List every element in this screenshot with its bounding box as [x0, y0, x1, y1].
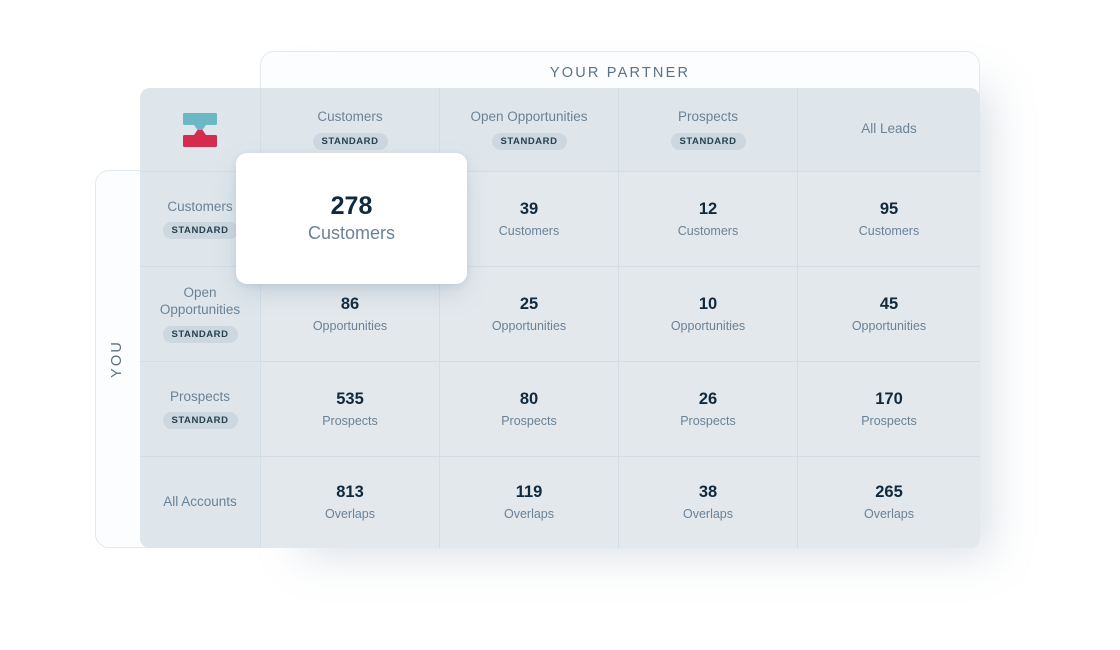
row-header-prospects[interactable]: Prospects STANDARD [140, 362, 261, 457]
column-header-badge: STANDARD [670, 132, 746, 150]
matrix-cell[interactable]: 25 Opportunities [440, 267, 619, 362]
column-header-label: Open Opportunities [470, 109, 588, 125]
cell-label: Overlaps [682, 507, 734, 522]
cell-value: 26 [698, 389, 718, 408]
matrix-cell[interactable]: 265 Overlaps [798, 457, 980, 548]
cell-label: Overlaps [863, 507, 915, 522]
row-header-badge: STANDARD [162, 325, 238, 343]
column-header-badge: STANDARD [491, 132, 567, 150]
cell-label: Overlaps [324, 507, 376, 522]
cell-value: 10 [698, 294, 718, 313]
matrix-cell[interactable]: 80 Prospects [440, 362, 619, 457]
column-header-all-leads[interactable]: All Leads [798, 88, 980, 172]
cell-label: Opportunities [312, 318, 388, 333]
cell-value: 535 [336, 389, 364, 408]
matrix-cell[interactable]: 95 Customers [798, 172, 980, 267]
cell-value: 95 [879, 199, 899, 218]
column-header-badge: STANDARD [312, 132, 388, 150]
cell-value: 45 [879, 294, 899, 313]
tooltip-label: Customers [307, 223, 396, 244]
column-header-label: Customers [317, 109, 383, 125]
cell-label: Opportunities [670, 318, 746, 333]
tooltip-value: 278 [330, 191, 373, 220]
matrix-cell[interactable]: 119 Overlaps [440, 457, 619, 548]
row-header-label: Prospects [169, 388, 231, 404]
cell-value: 813 [336, 483, 364, 502]
cell-tooltip-popup: 278 Customers [236, 153, 467, 284]
cell-label: Prospects [322, 413, 378, 428]
row-header-badge: STANDARD [162, 412, 238, 430]
you-axis-title-text: YOU [109, 339, 125, 379]
row-header-badge: STANDARD [162, 222, 238, 240]
matrix-cell[interactable]: 170 Prospects [798, 362, 980, 457]
overlap-matrix-widget: YOUR PARTNER YOU Customers STANDARD Open… [0, 0, 1120, 650]
cell-value: 39 [519, 199, 539, 218]
row-header-all-accounts[interactable]: All Accounts [140, 457, 261, 548]
column-header-label: Prospects [677, 109, 739, 125]
cell-value: 119 [515, 483, 543, 502]
cell-label: Customers [677, 223, 739, 238]
column-header-prospects[interactable]: Prospects STANDARD [619, 88, 798, 172]
cell-value: 170 [875, 389, 903, 408]
matrix-cell[interactable]: 10 Opportunities [619, 267, 798, 362]
matrix-cell[interactable]: 26 Prospects [619, 362, 798, 457]
crossbeam-logo-icon [183, 112, 217, 147]
cell-label: Customers [858, 223, 920, 238]
cell-value: 265 [875, 483, 903, 502]
matrix-cell[interactable]: 535 Prospects [261, 362, 440, 457]
matrix-cell[interactable]: 45 Opportunities [798, 267, 980, 362]
cell-label: Prospects [501, 413, 557, 428]
cell-value: 80 [519, 389, 539, 408]
matrix-cell[interactable]: 38 Overlaps [619, 457, 798, 548]
cell-label: Customers [498, 223, 560, 238]
matrix-cell[interactable]: 12 Customers [619, 172, 798, 267]
you-axis-title: YOU [96, 171, 138, 547]
row-header-label: All Accounts [163, 494, 237, 510]
cell-label: Opportunities [851, 318, 927, 333]
cell-value: 86 [340, 294, 360, 313]
cell-label: Prospects [861, 413, 917, 428]
cell-value: 25 [519, 294, 539, 313]
cell-label: Prospects [680, 413, 736, 428]
cell-label: Overlaps [503, 507, 555, 522]
cell-value: 12 [698, 199, 718, 218]
column-header-label: All Leads [861, 121, 917, 137]
row-header-label: Customers [167, 198, 233, 214]
column-header-open-opportunities[interactable]: Open Opportunities STANDARD [440, 88, 619, 172]
matrix-cell[interactable]: 813 Overlaps [261, 457, 440, 548]
cell-label: Opportunities [491, 318, 567, 333]
row-header-label: Open Opportunities [159, 285, 241, 317]
cell-value: 38 [698, 483, 718, 502]
